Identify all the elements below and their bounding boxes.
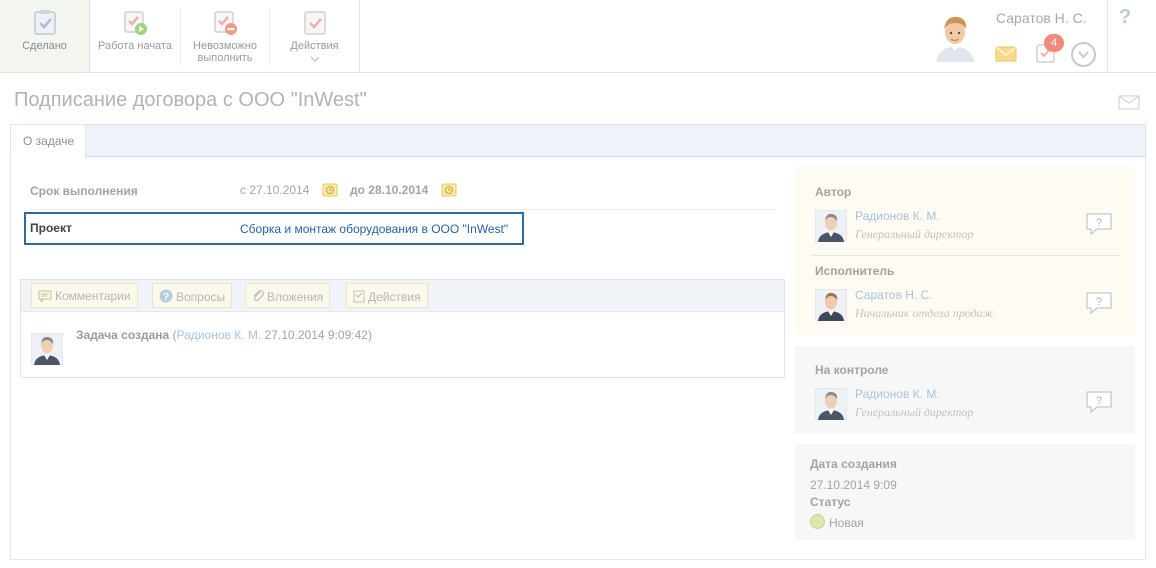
page-title: Подписание договора с ООО "InWest" (14, 89, 367, 111)
question-icon: ? (159, 289, 173, 303)
controller-name-link[interactable]: Радионов К. М. (855, 387, 940, 401)
side-divider (812, 255, 1120, 256)
deadline-label: Срок выполнения (30, 184, 138, 198)
tasks-count-badge: 4 (1044, 34, 1064, 52)
mail-icon[interactable] (995, 46, 1017, 62)
tabs-bar (10, 124, 1146, 157)
author-position: Генеральный директор (855, 227, 974, 241)
task-impossible-icon (214, 11, 237, 35)
deadline-to: до 28.10.2014 (350, 183, 429, 197)
svg-text:?: ? (1096, 395, 1102, 407)
project-link[interactable]: Сборка и монтаж оборудования в ООО "InWe… (240, 222, 508, 236)
work-started-label: Работа начата (98, 40, 172, 52)
impossible-button[interactable]: Невозможно выполнить (181, 0, 269, 72)
questions-tab[interactable]: ? Вопросы (152, 283, 233, 308)
author-avatar (815, 210, 847, 242)
user-avatar[interactable] (932, 12, 978, 62)
done-button[interactable]: Сделано (0, 0, 90, 72)
log-paren: ( (169, 328, 177, 342)
actions-tab-label: Действия (368, 290, 421, 304)
questions-tab-label: Вопросы (176, 290, 226, 304)
attachments-tab[interactable]: Вложения (245, 283, 331, 308)
user-menu-button[interactable] (1071, 42, 1096, 67)
comments-tab[interactable]: Комментарии (31, 283, 138, 308)
ask-question-icon[interactable]: ? (1085, 212, 1113, 236)
actions-label: Действия (290, 40, 339, 52)
attachments-tab-label: Вложения (267, 290, 324, 304)
tab-about-task[interactable]: О задаче (10, 124, 86, 158)
envelope-icon[interactable] (1118, 95, 1140, 110)
svg-text:?: ? (1096, 217, 1102, 229)
controller-position: Генеральный директор (855, 405, 974, 419)
task-done-icon (33, 10, 56, 35)
actions-menu-button[interactable]: Действия (270, 0, 359, 72)
activity-log-entry: Задача создана (Радионов К. М. 27.10.201… (76, 328, 372, 342)
executor-name-link[interactable]: Саратов Н. С. (855, 288, 933, 302)
comment-icon (38, 290, 52, 302)
author-label: Автор (815, 185, 852, 199)
impossible-label: Невозможно выполнить (193, 40, 257, 64)
project-label: Проект (30, 221, 72, 235)
created-date-label: Дата создания (810, 457, 897, 471)
chevron-down-icon (1078, 51, 1089, 59)
author-avatar (31, 333, 63, 365)
created-date-value: 27.10.2014 9:09 (810, 478, 897, 492)
log-event: Задача создана (76, 328, 170, 342)
status-label: Статус (810, 495, 851, 509)
clipboard-icon (353, 290, 365, 303)
log-timestamp: 27.10.2014 9:09:42) (261, 328, 372, 342)
task-start-icon (124, 11, 147, 35)
help-icon[interactable]: ? (1119, 6, 1131, 29)
toolbar-divider (359, 0, 360, 72)
row-divider (30, 209, 776, 210)
ask-question-icon[interactable]: ? (1085, 390, 1113, 414)
comments-tab-label: Комментарии (55, 289, 131, 303)
calendar-icon[interactable] (441, 182, 457, 198)
toolbar: Сделано Работа начата Невозможно выполни… (0, 0, 1156, 73)
user-name[interactable]: Саратов Н. С. (996, 10, 1087, 26)
chevron-down-icon (309, 56, 320, 62)
svg-text:?: ? (163, 292, 169, 303)
status-value: Новая (829, 516, 864, 530)
task-actions-icon (303, 11, 326, 35)
calendar-icon[interactable] (322, 182, 338, 198)
controller-avatar (815, 388, 847, 420)
ask-question-icon[interactable]: ? (1085, 291, 1113, 315)
done-label: Сделано (22, 40, 67, 52)
work-started-button[interactable]: Работа начата (90, 0, 180, 72)
author-name-link[interactable]: Радионов К. М. (855, 209, 940, 223)
executor-label: Исполнитель (815, 264, 895, 278)
executor-avatar (815, 289, 847, 321)
help-area (1107, 0, 1156, 72)
log-author-link[interactable]: Радионов К. М. (177, 328, 262, 342)
actions-tab[interactable]: Действия (346, 283, 428, 308)
control-label: На контроле (815, 363, 889, 377)
status-new-icon (810, 514, 825, 529)
paperclip-icon (253, 290, 264, 302)
deadline-from: с 27.10.2014 (240, 183, 310, 197)
executor-position: Начальник отдела продаж (855, 306, 994, 320)
svg-text:?: ? (1096, 296, 1102, 308)
